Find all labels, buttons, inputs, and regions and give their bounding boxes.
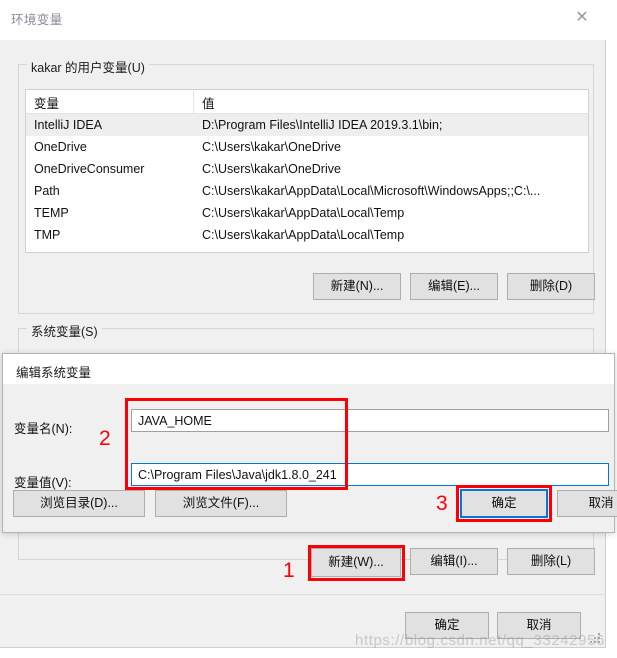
footer-divider (0, 594, 606, 595)
column-header-value[interactable]: 值 (194, 90, 588, 113)
table-row[interactable]: IntelliJ IDEA D:\Program Files\IntelliJ … (26, 114, 588, 136)
system-new-button[interactable]: 新建(W)... (311, 548, 401, 577)
window-titlebar: 环境变量 ✕ (0, 0, 606, 40)
cell-variable-value: C:\Users\kakar\AppData\Local\Temp (202, 228, 405, 242)
resize-grip[interactable] (590, 633, 602, 645)
environment-variables-window: 环境变量 ✕ kakar 的用户变量(U) 变量 值 IntelliJ IDEA… (0, 0, 606, 648)
browse-file-button[interactable]: 浏览文件(F)... (155, 490, 287, 517)
variable-value-label: 变量值(V): (14, 476, 72, 490)
edit-dialog-title: 编辑系统变量 (16, 366, 92, 380)
system-edit-button[interactable]: 编辑(I)... (410, 548, 498, 575)
cell-variable-name: TMP (34, 228, 61, 242)
user-new-button[interactable]: 新建(N)... (313, 273, 401, 300)
window-title: 环境变量 (11, 13, 63, 27)
table-row[interactable]: OneDrive C:\Users\kakar\OneDrive (26, 136, 588, 158)
cell-variable-name: OneDrive (34, 140, 87, 154)
cell-variable-name: Path (34, 184, 60, 198)
table-row[interactable]: Path C:\Users\kakar\AppData\Local\Micros… (26, 180, 588, 202)
cell-variable-value: C:\Users\kakar\AppData\Local\Microsoft\W… (202, 184, 541, 198)
system-delete-button[interactable]: 删除(L) (507, 548, 595, 575)
window-ok-button[interactable]: 确定 (405, 612, 489, 639)
cell-variable-name: TEMP (34, 206, 69, 220)
system-variables-legend: 系统变量(S) (27, 321, 102, 340)
edit-dialog-cancel-button[interactable]: 取消 (557, 490, 617, 517)
cell-variable-value: C:\Users\kakar\AppData\Local\Temp (202, 206, 405, 220)
close-icon[interactable]: ✕ (565, 4, 599, 30)
table-header-row: 变量 值 (26, 90, 588, 114)
cell-variable-name: IntelliJ IDEA (34, 118, 103, 132)
user-delete-button[interactable]: 删除(D) (507, 273, 595, 300)
cell-variable-name: OneDriveConsumer (34, 162, 145, 176)
window-cancel-button[interactable]: 取消 (497, 612, 581, 639)
variable-name-input[interactable] (131, 409, 609, 432)
variable-name-label: 变量名(N): (14, 422, 73, 436)
cell-variable-value: C:\Users\kakar\OneDrive (202, 140, 341, 154)
table-row[interactable]: TEMP C:\Users\kakar\AppData\Local\Temp (26, 202, 588, 224)
browse-directory-button[interactable]: 浏览目录(D)... (13, 490, 145, 517)
column-header-variable[interactable]: 变量 (26, 90, 194, 113)
cell-variable-value: D:\Program Files\IntelliJ IDEA 2019.3.1\… (202, 118, 443, 132)
user-variables-legend: kakar 的用户变量(U) (27, 57, 149, 76)
user-edit-button[interactable]: 编辑(E)... (410, 273, 498, 300)
table-row[interactable]: OneDriveConsumer C:\Users\kakar\OneDrive (26, 158, 588, 180)
variable-value-input[interactable] (131, 463, 609, 486)
user-variables-table[interactable]: 变量 值 IntelliJ IDEA D:\Program Files\Inte… (25, 89, 589, 253)
cell-variable-value: C:\Users\kakar\OneDrive (202, 162, 341, 176)
edit-dialog-ok-button[interactable]: 确定 (460, 489, 548, 518)
edit-dialog-titlebar: 编辑系统变量 (3, 354, 614, 384)
table-row[interactable]: TMP C:\Users\kakar\AppData\Local\Temp (26, 224, 588, 246)
